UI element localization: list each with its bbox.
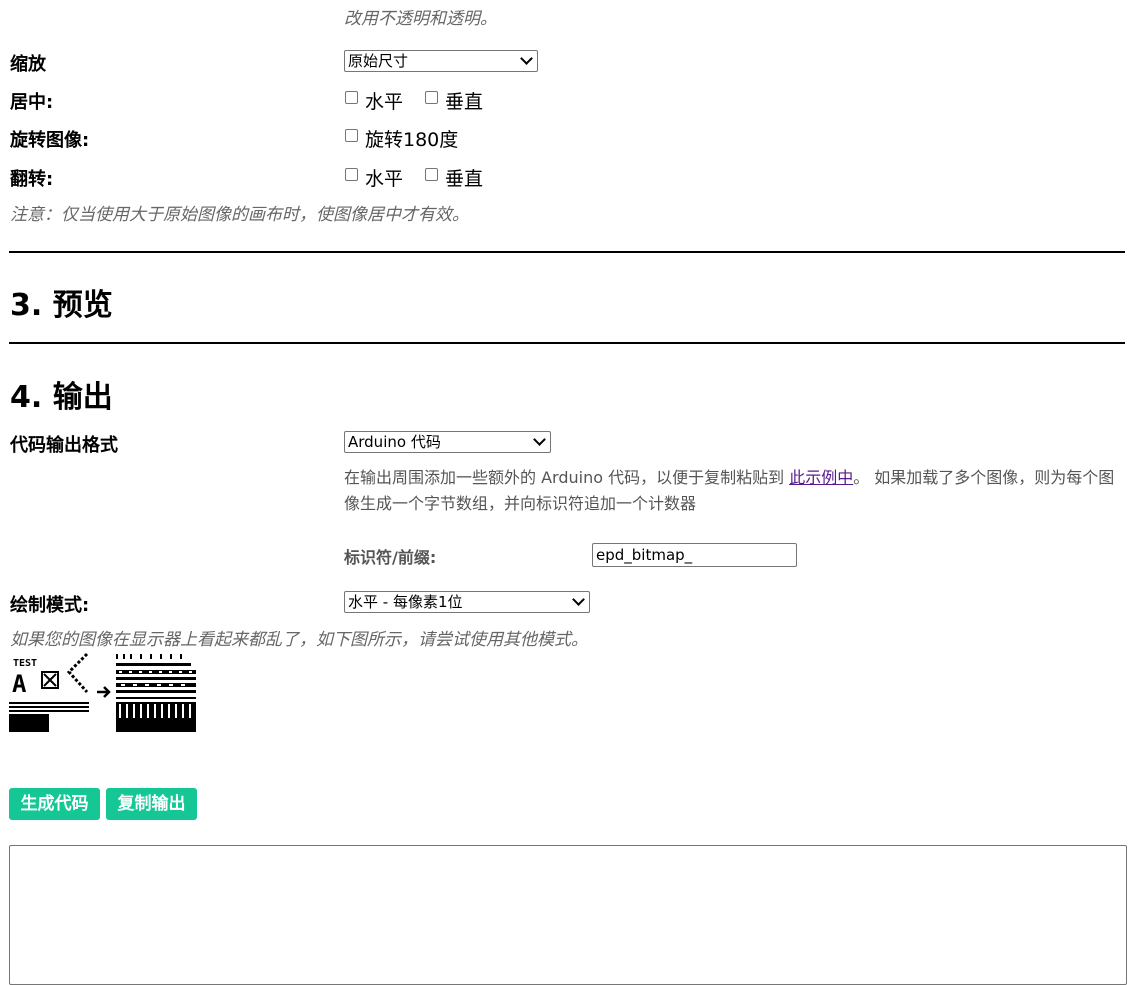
rotate-180-checkbox[interactable] (345, 129, 358, 142)
scaling-select-value: 原始尺寸 (348, 52, 409, 70)
chevron-down-icon (533, 433, 546, 446)
rotate-180-label: 旋转180度 (365, 129, 459, 151)
flip-horizontal-label: 水平 (365, 168, 404, 190)
draw-mode-note: 如果您的图像在显示器上看起来都乱了，如下图所示，请尝试使用其他模式。 (10, 630, 588, 650)
rotate-label: 旋转图像: (10, 130, 90, 151)
arrow-right-icon (97, 686, 111, 698)
divider (9, 342, 1125, 344)
section-preview-title: 3. 预览 (10, 288, 113, 323)
identifier-input[interactable]: epd_bitmap_ (592, 543, 797, 567)
example-letter: A (12, 670, 27, 698)
output-format-select-value: Arduino 代码 (348, 433, 441, 451)
example-link[interactable]: 此示例中 (789, 468, 853, 487)
output-format-select[interactable]: Arduino 代码 (344, 431, 551, 453)
flip-horizontal-checkbox[interactable] (345, 168, 358, 181)
example-test-text: TEST (13, 658, 37, 669)
center-horizontal-checkbox[interactable] (345, 91, 358, 104)
generate-code-button[interactable]: 生成代码 (9, 788, 100, 820)
draw-mode-label: 绘制模式: (10, 595, 90, 616)
scaling-select[interactable]: 原始尺寸 (344, 50, 538, 72)
example-illustration: TEST A (9, 652, 196, 732)
flip-vertical-checkbox[interactable] (425, 168, 438, 181)
center-horizontal-label: 水平 (365, 91, 404, 113)
chevron-down-icon (520, 52, 533, 65)
center-note: 注意：仅当使用大于原始图像的画布时，使图像居中才有效。 (10, 205, 469, 225)
divider (9, 251, 1125, 253)
draw-mode-example-image: TEST A (9, 652, 199, 734)
flip-vertical-label: 垂直 (445, 168, 484, 190)
scaling-label: 缩放 (10, 54, 46, 75)
center-label: 居中: (10, 92, 54, 113)
output-format-label: 代码输出格式 (10, 435, 118, 456)
code-output-textarea[interactable] (9, 845, 1127, 985)
center-vertical-checkbox[interactable] (425, 91, 438, 104)
flip-label: 翻转: (10, 169, 54, 190)
output-format-desc-before: 在输出周围添加一些额外的 Arduino 代码，以便于复制粘贴到 (344, 468, 790, 487)
draw-mode-select[interactable]: 水平 - 每像素1位 (344, 591, 590, 613)
identifier-label: 标识符/前缀: (344, 548, 437, 567)
copy-output-button[interactable]: 复制输出 (106, 788, 197, 820)
center-vertical-label: 垂直 (445, 91, 484, 113)
transparency-note: 改用不透明和透明。 (344, 9, 497, 29)
output-format-description: 在输出周围添加一些额外的 Arduino 代码，以便于复制粘贴到 此示例中。 如… (344, 465, 1119, 517)
section-output-title: 4. 输出 (10, 380, 113, 415)
chevron-down-icon (572, 593, 585, 606)
draw-mode-select-value: 水平 - 每像素1位 (348, 593, 463, 611)
